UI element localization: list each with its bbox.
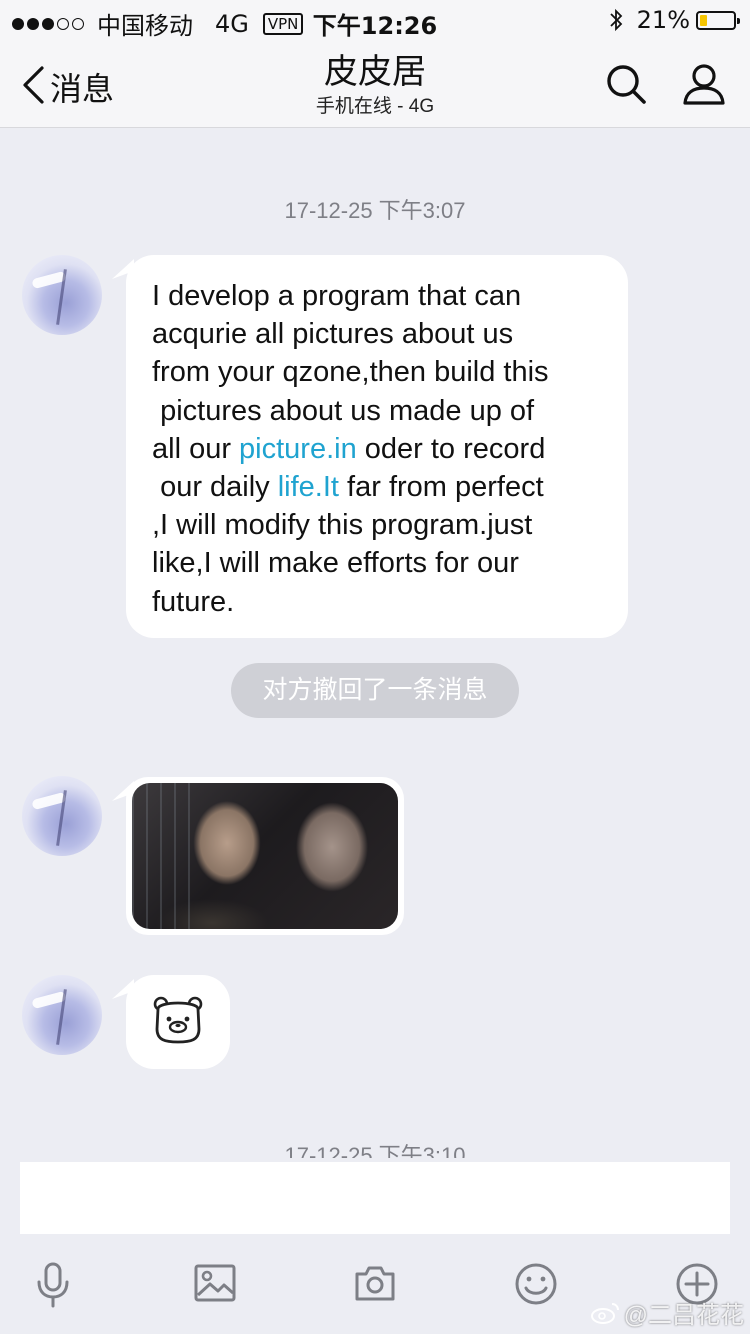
profile-icon[interactable] xyxy=(682,62,726,111)
weibo-logo-icon xyxy=(590,1301,620,1325)
watermark-text: @二吕花花 xyxy=(623,1302,744,1329)
message-link[interactable]: picture.in xyxy=(239,433,357,465)
emoji-icon[interactable] xyxy=(514,1262,558,1311)
message-line: like,I will make efforts for our xyxy=(152,547,519,580)
message-bubble[interactable]: I develop a program that can acqurie all … xyxy=(126,255,628,638)
message-line: future. xyxy=(152,585,235,618)
message-line: our daily life.It far from perfect xyxy=(152,468,549,506)
contact-avatar[interactable] xyxy=(22,776,102,856)
contact-avatar[interactable] xyxy=(22,975,102,1055)
bear-face-icon xyxy=(152,995,204,1050)
photo-thumbnail[interactable] xyxy=(132,783,398,929)
battery-level-fill xyxy=(700,14,707,26)
message-line-text: all our xyxy=(152,432,240,465)
recall-notice: 对方撤回了一条消息 xyxy=(231,663,519,718)
sticker-message-bubble[interactable] xyxy=(126,975,230,1069)
battery-percent: 21% xyxy=(636,6,690,34)
message-line: from your qzone,then build this xyxy=(152,356,549,389)
message-line-text: oder to record xyxy=(356,432,546,465)
message-line: all our picture.in oder to record xyxy=(152,430,549,468)
message-link[interactable]: life.It xyxy=(278,471,339,503)
message-line: pictures about us made up of xyxy=(152,394,535,427)
watermark: @二吕花花 xyxy=(590,1295,744,1330)
message-line: acqurie all pictures about us xyxy=(152,318,514,351)
message-line: I develop a program that can xyxy=(152,280,522,312)
message-line: ,I will modify this program.just xyxy=(152,509,533,542)
message-text: I develop a program that can acqurie all … xyxy=(152,277,549,621)
chat-header: 消息 皮皮居 手机在线 - 4G xyxy=(0,40,750,128)
chat-timestamp: 17-12-25 下午3:07 xyxy=(284,198,466,223)
camera-icon[interactable] xyxy=(354,1262,396,1309)
chat-timestamp: 17-12-25 下午3:10 xyxy=(0,1132,750,1158)
microphone-icon[interactable] xyxy=(35,1262,71,1313)
search-icon[interactable] xyxy=(604,62,648,111)
image-icon[interactable] xyxy=(194,1262,236,1309)
battery-icon xyxy=(696,10,740,30)
status-bar: 中国移动 4G VPN 下午12:26 21% xyxy=(0,0,750,40)
contact-avatar[interactable] xyxy=(22,255,102,335)
bluetooth-icon xyxy=(609,8,623,32)
message-input[interactable] xyxy=(20,1162,730,1234)
timestamp-text: 17-12-25 下午3:10 xyxy=(284,1143,466,1158)
message-line-text: our daily xyxy=(152,471,278,504)
message-line-text: far from perfect xyxy=(338,471,544,504)
status-right: 21% xyxy=(609,6,740,34)
